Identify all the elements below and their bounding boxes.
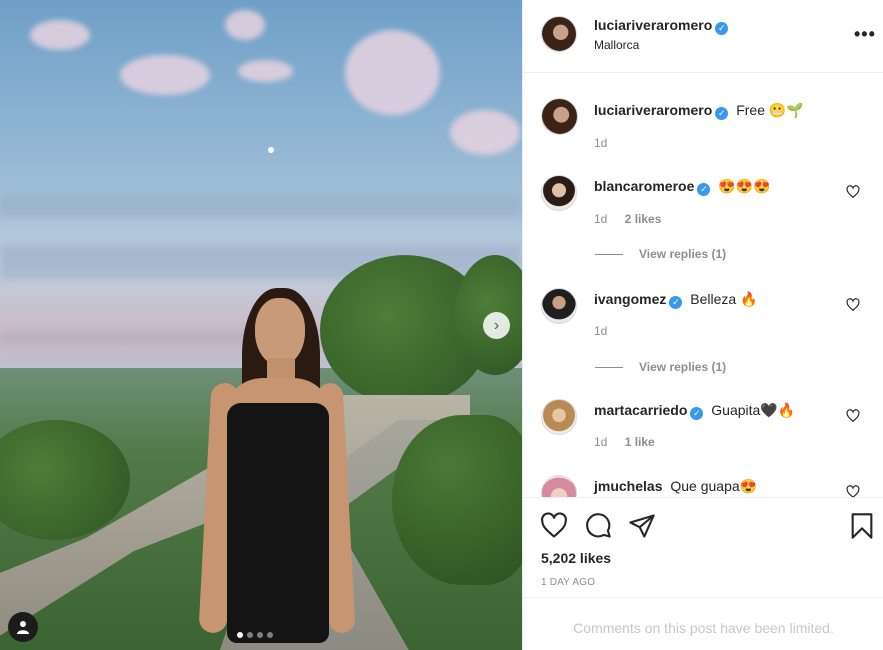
avatar[interactable] (541, 16, 577, 52)
carousel-dot[interactable] (267, 632, 273, 638)
comment-likes[interactable]: 1 like (625, 435, 655, 449)
likes-count[interactable]: 5,202 likes (541, 550, 611, 566)
comment-line: martacarriedo ✓ Guapita🖤🔥 (594, 402, 795, 420)
haze (0, 195, 522, 217)
comment-line: ivangomez ✓ Belleza 🔥 (594, 291, 758, 309)
face (255, 298, 305, 366)
verified-icon: ✓ (715, 22, 729, 35)
post-panel: luciariveraromero ✓ Mallorca ••• luciariv… (522, 0, 883, 650)
user-icon (17, 621, 29, 634)
comment-line: jmuchelas Que guapa😍 (594, 478, 757, 495)
post-header: luciariveraromero ✓ Mallorca ••• (523, 0, 883, 73)
post-timestamp[interactable]: 1 DAY AGO (541, 577, 595, 588)
verified-icon: ✓ (690, 407, 704, 420)
comment-time[interactable]: 1d (594, 212, 607, 226)
comment-username[interactable]: blancaromeroe (594, 178, 694, 194)
comment-text: Belleza 🔥 (690, 291, 758, 307)
avatar[interactable] (541, 175, 577, 211)
carousel-dots (237, 632, 273, 638)
comment-username[interactable]: jmuchelas (594, 478, 662, 494)
like-comment-heart-icon[interactable] (846, 298, 860, 312)
bush (392, 415, 522, 585)
caption-time[interactable]: 1d (594, 136, 607, 150)
comment-text: Que guapa😍 (670, 478, 758, 494)
comment-meta: 1d 1 like (594, 435, 669, 449)
comment-username[interactable]: martacarriedo (594, 402, 687, 418)
view-replies-button[interactable]: View replies (1) (595, 247, 726, 261)
author-line: luciariveraromero ✓ (594, 17, 729, 35)
save-icon[interactable] (848, 512, 876, 540)
caption-username[interactable]: luciariveraromero (594, 102, 712, 118)
view-replies-button[interactable]: View replies (1) (595, 360, 726, 374)
caption-text: Free 😬🌱 (736, 102, 804, 118)
comment-time[interactable]: 1d (594, 435, 607, 449)
carousel-dot[interactable] (247, 632, 253, 638)
comment-meta: 1d (594, 324, 621, 338)
black-dress (227, 403, 329, 643)
comment-likes[interactable]: 2 likes (625, 212, 662, 226)
verified-icon: ✓ (715, 107, 729, 120)
replies-divider (595, 366, 623, 368)
caption-meta: 1d (594, 136, 621, 150)
comment-time[interactable]: 1d (594, 324, 607, 338)
cloud (450, 110, 520, 155)
avatar[interactable] (541, 399, 577, 435)
person (198, 288, 356, 650)
post-photo[interactable]: › (0, 0, 522, 650)
avatar[interactable] (541, 98, 578, 135)
share-icon[interactable] (628, 512, 656, 540)
cloud (225, 10, 265, 40)
heart-icon[interactable] (540, 512, 568, 540)
comment-meta: 1d 2 likes (594, 212, 675, 226)
author-username[interactable]: luciariveraromero (594, 17, 712, 33)
comment-text: 😍😍😍 (718, 178, 771, 194)
comment-username[interactable]: ivangomez (594, 291, 666, 307)
tagged-users-button[interactable] (8, 612, 38, 642)
comment-line: blancaromeroe ✓ 😍😍😍 (594, 178, 771, 196)
cloud (30, 20, 90, 50)
post-actions: 5,202 likes 1 DAY AGO (523, 497, 883, 597)
view-replies-label: View replies (1) (639, 360, 727, 374)
like-comment-heart-icon[interactable] (846, 485, 860, 497)
comment-text: Guapita🖤🔥 (711, 402, 796, 418)
like-comment-heart-icon[interactable] (846, 185, 860, 199)
cloud (345, 30, 440, 115)
carousel-dot[interactable] (257, 632, 263, 638)
avatar[interactable] (541, 288, 577, 324)
avatar[interactable] (541, 475, 577, 497)
verified-icon: ✓ (697, 183, 711, 196)
cloud (238, 60, 293, 82)
comments-limited-notice: Comments on this post have been limited. (523, 597, 883, 650)
comments-list[interactable]: luciariveraromero ✓ Free 😬🌱 1d blancarome… (523, 74, 883, 497)
replies-divider (595, 253, 623, 255)
verified-icon: ✓ (669, 296, 683, 309)
moon (268, 147, 274, 153)
more-options-icon[interactable]: ••• (854, 24, 876, 45)
view-replies-label: View replies (1) (639, 247, 727, 261)
comment-icon[interactable] (584, 512, 612, 540)
caption-line: luciariveraromero ✓ Free 😬🌱 (594, 102, 804, 120)
next-photo-button[interactable]: › (483, 312, 510, 339)
location-link[interactable]: Mallorca (594, 38, 639, 52)
cloud (120, 55, 210, 95)
like-comment-heart-icon[interactable] (846, 409, 860, 423)
carousel-dot-active[interactable] (237, 632, 243, 638)
